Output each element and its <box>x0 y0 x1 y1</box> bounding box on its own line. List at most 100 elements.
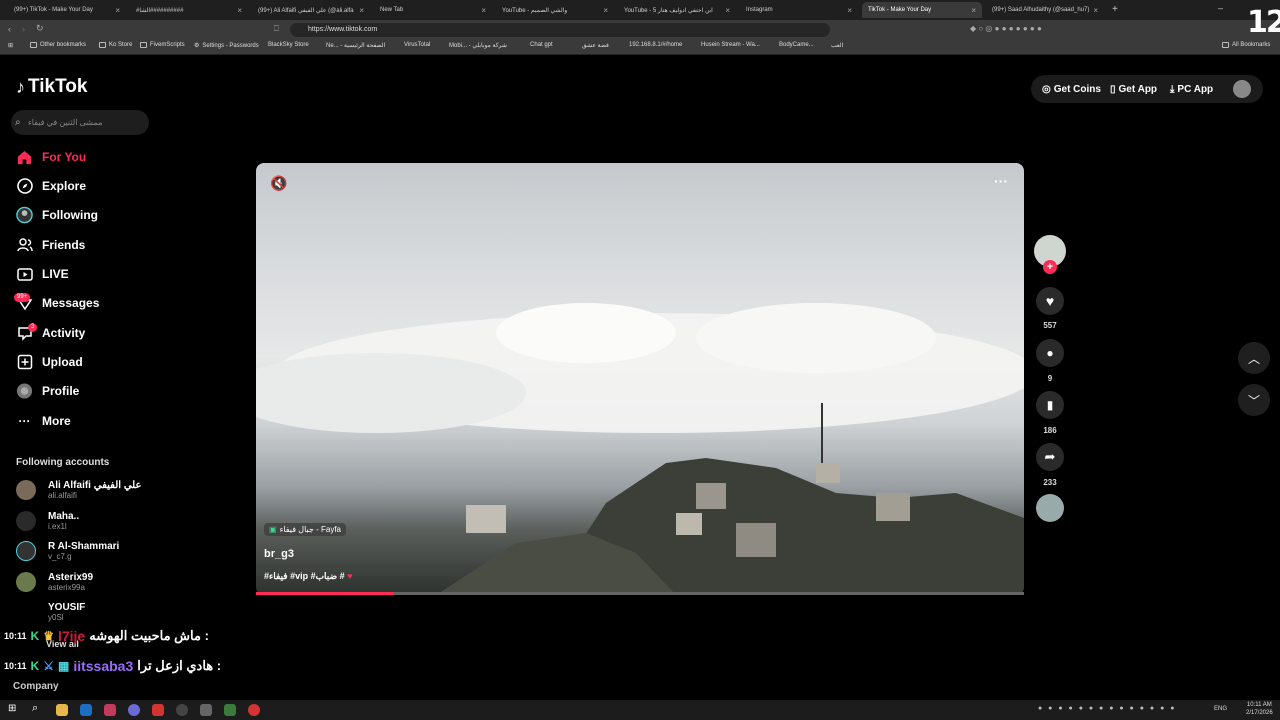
bookmark-item[interactable]: Chat gpt <box>530 42 553 48</box>
all-bookmarks[interactable]: All Bookmarks <box>1222 42 1270 48</box>
apps-icon[interactable]: ⊞ <box>8 42 13 49</box>
bookmark-item[interactable]: Ne... - الصفحة الرئيسية <box>326 42 385 49</box>
back-icon[interactable]: ‹ <box>8 24 11 34</box>
bookmark-item[interactable]: العب <box>831 42 843 49</box>
nav-upload[interactable]: Upload <box>16 351 83 373</box>
close-icon[interactable]: × <box>847 6 852 15</box>
bookmark-item[interactable]: Husein Stream - Wa... <box>701 42 760 48</box>
nav-profile[interactable]: Profile <box>16 380 79 402</box>
follow-plus-icon[interactable]: + <box>1043 260 1057 274</box>
nav-activity[interactable]: Activity <box>16 322 85 344</box>
browser-tab[interactable]: #الشا########## × <box>130 2 248 18</box>
tray-icons[interactable]: ● ● ● ● ● ● ● ● ● ● ● ● ● ● <box>1038 705 1176 712</box>
nav-more[interactable]: ··· More <box>16 410 71 432</box>
windows-start-icon[interactable]: ⊞ <box>8 703 16 714</box>
close-icon[interactable]: × <box>359 6 364 15</box>
get-app-button[interactable]: ▯ Get App <box>1110 84 1157 95</box>
new-tab-icon[interactable]: + <box>1112 4 1118 15</box>
bookmark-item[interactable]: Ko Store <box>99 42 132 48</box>
more-options-icon[interactable]: ··· <box>994 173 1008 189</box>
save-button[interactable]: ▮ <box>1036 391 1064 419</box>
bookmark-item[interactable]: BodyCame... <box>779 42 814 48</box>
following-account[interactable]: Maha.. i.ex1l <box>16 511 79 531</box>
tiktok-note-icon: ♪ <box>16 76 25 97</box>
close-icon[interactable]: × <box>481 6 486 15</box>
nav-explore[interactable]: Explore <box>16 175 86 197</box>
comment-button[interactable]: ● <box>1036 339 1064 367</box>
video-caption: #فيفاء #vip #ضباب # ♥ <box>264 571 353 581</box>
bookmark-item[interactable]: Other bookmarks <box>30 42 86 48</box>
bookmark-item[interactable]: VirusTotal <box>404 42 430 48</box>
chevron-down-icon: ﹀ <box>1247 393 1260 408</box>
bookmark-item[interactable]: Mobi... - شركة موبايلي <box>449 42 507 49</box>
share-button[interactable]: ➦ <box>1036 443 1064 471</box>
extensions-icon[interactable]: ◆ ○ ◎ ● ● ● ● ● ● ● <box>970 24 1042 33</box>
following-account[interactable]: Ali Alfaifi علي الفيفي ali.alfaifi <box>16 480 141 500</box>
maps-icon[interactable] <box>248 704 260 716</box>
app-icon[interactable] <box>200 704 212 716</box>
search-icon[interactable]: ⌕ <box>32 702 38 715</box>
discord-icon[interactable] <box>128 704 140 716</box>
close-icon[interactable]: × <box>1093 6 1098 15</box>
bookmark-item[interactable]: BlackSky Store <box>268 42 309 48</box>
browser-tab[interactable]: (99+) TikTok - Make Your Day × <box>8 2 126 18</box>
nav-following[interactable]: Following <box>16 204 98 226</box>
language-indicator[interactable]: ENG <box>1214 706 1227 712</box>
location-tag[interactable]: ▣ جبال فيفاء - Fayfa <box>264 523 347 536</box>
nav-live[interactable]: LIVE <box>16 263 69 285</box>
browser-tab[interactable]: YouTube - والشي الصميم × <box>496 2 614 18</box>
previous-video-button[interactable]: ︿ <box>1238 342 1270 374</box>
volume-icon[interactable]: 🔇 <box>270 175 287 192</box>
bookmark-icon[interactable]: ⎕ <box>274 24 279 34</box>
next-video-button[interactable]: ﹀ <box>1238 384 1270 416</box>
forward-icon[interactable]: › <box>22 24 25 34</box>
browser-tab[interactable]: (99+) Saad Alhudaithy (@saad_hu7) × <box>986 2 1104 18</box>
tiktok-logo[interactable]: ♪ TikTok <box>16 76 87 98</box>
reload-icon[interactable]: ↻ <box>36 23 44 34</box>
avatar[interactable] <box>1233 80 1251 98</box>
company-link[interactable]: Company <box>13 681 59 692</box>
chrome-icon[interactable] <box>176 704 188 716</box>
close-icon[interactable]: × <box>237 6 242 15</box>
taskbar-clock[interactable]: 10:11 AM 2/17/2026 <box>1246 701 1273 717</box>
app-icon[interactable] <box>224 704 236 716</box>
phone-icon: ▯ <box>1110 84 1116 95</box>
following-account[interactable]: R Al-Shammari v_c7.g <box>16 541 119 561</box>
nav-for-you[interactable]: For You <box>16 146 86 168</box>
close-icon[interactable]: × <box>603 6 608 15</box>
following-account[interactable]: Asterix99 asterix99a <box>16 572 93 592</box>
video-player[interactable]: 🔇 ··· ▣ جبال فيفاء - Fayfa br_g3 #فيفاء #… <box>256 163 1024 595</box>
bookmark-item[interactable]: ⚙ Settings - Passwords <box>194 42 259 50</box>
video-author[interactable]: br_g3 <box>264 548 294 560</box>
browser-tab[interactable]: (99+) Ali Alfaifi علي الفيفي (@ali.alfa × <box>252 2 370 18</box>
close-icon[interactable]: × <box>971 6 976 15</box>
sound-disc-icon[interactable] <box>1036 494 1064 522</box>
browser-tab-active[interactable]: TikTok - Make Your Day × <box>862 2 982 18</box>
bookmark-item[interactable]: قصة عشق <box>582 42 609 49</box>
pc-app-button[interactable]: ⤓ PC App <box>1170 84 1213 95</box>
url-input[interactable]: https://www.tiktok.com <box>290 23 830 37</box>
like-button[interactable]: ♥ <box>1036 287 1064 315</box>
download-icon: ⤓ <box>1170 84 1175 95</box>
friends-icon <box>16 237 33 254</box>
chat-message: 10:11 K ⚔ ▦ iitssaba3 هادي ازعل ترا : <box>4 658 222 674</box>
search-input[interactable]: ⌕ ممشى الثنين في فيفاء <box>11 110 149 135</box>
file-explorer-icon[interactable] <box>56 704 68 716</box>
close-icon[interactable]: × <box>725 6 730 15</box>
close-icon[interactable]: × <box>115 6 120 15</box>
bookmark-item[interactable]: 192.168.8.1/#/home <box>629 42 682 48</box>
steam-icon[interactable] <box>80 704 92 716</box>
minimize-icon[interactable]: – <box>1218 3 1223 13</box>
nav-friends[interactable]: Friends <box>16 234 85 256</box>
browser-tab[interactable]: YouTube - ابن احتفي ادوليف هتار 5 × <box>618 2 736 18</box>
get-coins-button[interactable]: ◎ Get Coins <box>1042 84 1101 95</box>
crown-badge-icon: ♛ <box>43 629 54 643</box>
bookmark-item[interactable]: FivemScripts <box>140 42 185 48</box>
app-icon[interactable] <box>152 704 164 716</box>
following-account[interactable]: YOUSIF y0Sl <box>16 602 85 622</box>
browser-tab[interactable]: Instagram × <box>740 2 858 18</box>
browser-tab[interactable]: New Tab × <box>374 2 492 18</box>
app-icon[interactable] <box>104 704 116 716</box>
home-icon <box>16 149 33 166</box>
more-icon: ··· <box>18 414 31 428</box>
